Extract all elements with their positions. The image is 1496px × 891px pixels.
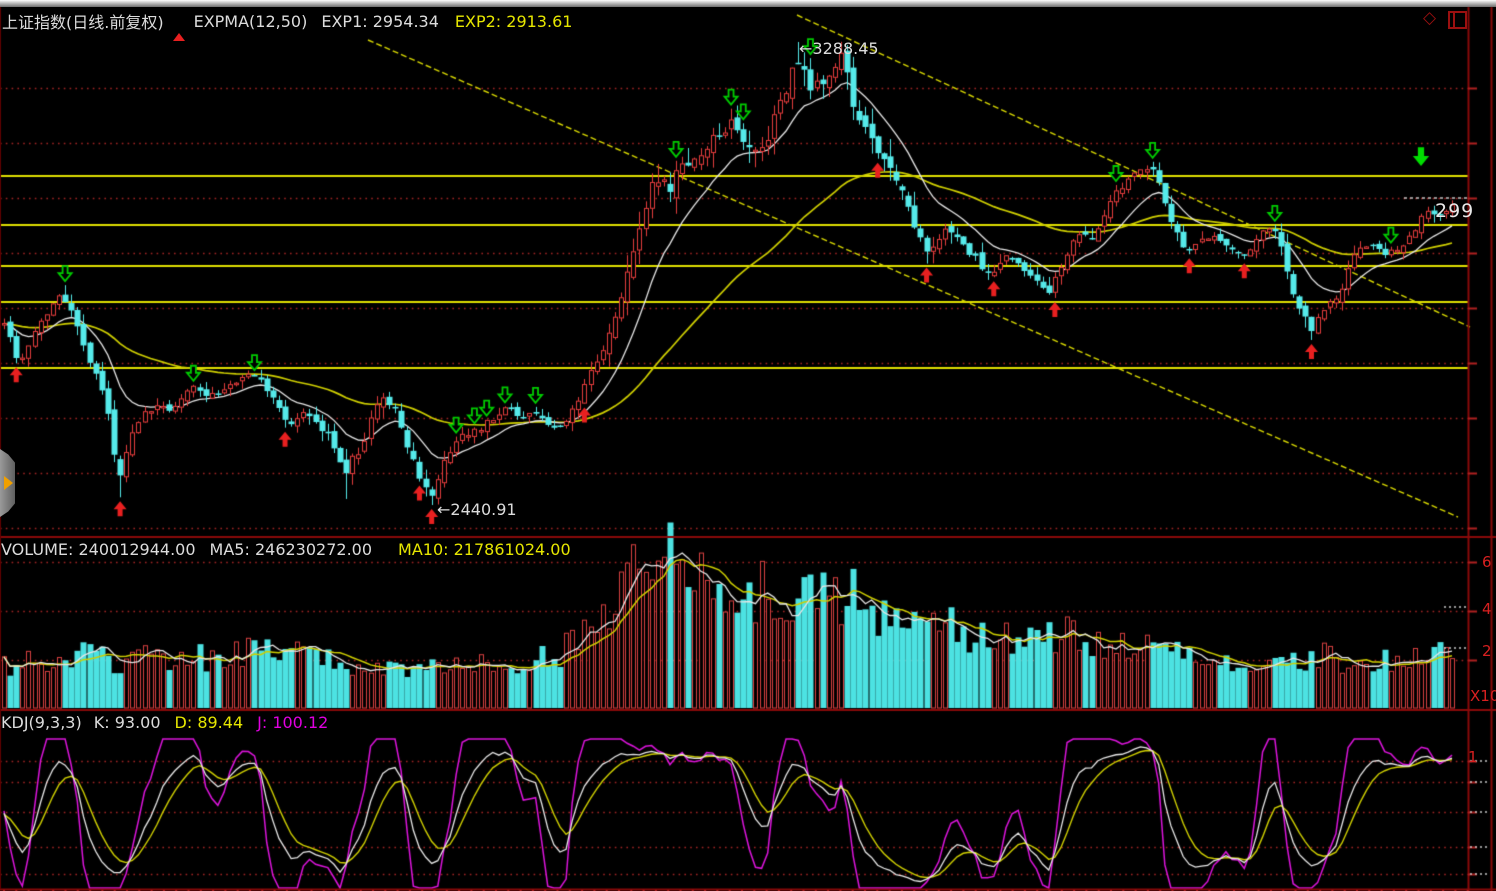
- volume-header: VOLUME: 240012944.00 MA5: 246230272.00 M…: [1, 540, 571, 559]
- up-arrow-icon: [173, 14, 186, 29]
- volume-axis-multiplier: X10: [1470, 687, 1496, 705]
- diamond-icon[interactable]: ◇: [1423, 8, 1436, 28]
- kdj-indicator-label: KDJ(9,3,3): [1, 713, 82, 732]
- window-top-strip: [0, 0, 1496, 7]
- trading-terminal: 上证指数(日线.前复权) EXPMA(12,50) EXP1: 2954.34 …: [0, 0, 1496, 891]
- volume-axis-tick-4: 4: [1482, 600, 1492, 618]
- volume-axis-tick-6: 6: [1482, 553, 1492, 571]
- trough-annotation: ←2440.91: [437, 500, 517, 519]
- symbol-label: 上证指数(日线.前复权): [2, 9, 164, 33]
- peak-annotation: ←3288.45: [799, 39, 879, 58]
- current-price-label: 299: [1435, 200, 1474, 222]
- volume-ma5-value: MA5: 246230272.00: [210, 540, 372, 559]
- kdj-axis-tick-100: 1: [1468, 748, 1478, 766]
- kdj-d-value: D: 89.44: [175, 713, 244, 732]
- exp1-value: EXP1: 2954.34: [321, 12, 439, 31]
- expand-arrow-icon: [4, 476, 13, 490]
- volume-ma10-value: MA10: 217861024.00: [398, 540, 571, 559]
- split-window-icon[interactable]: [1448, 11, 1467, 29]
- chart-canvas[interactable]: [0, 0, 1496, 891]
- kdj-k-value: K: 93.00: [94, 713, 161, 732]
- kdj-j-value: J: 100.12: [257, 713, 328, 732]
- main-chart-header: 上证指数(日线.前复权) EXPMA(12,50) EXP1: 2954.34 …: [2, 9, 572, 33]
- kdj-header: KDJ(9,3,3) K: 93.00 D: 89.44 J: 100.12: [1, 713, 328, 732]
- volume-axis-tick-2: 2: [1482, 642, 1492, 660]
- indicator-label: EXPMA(12,50): [194, 12, 308, 31]
- volume-value: VOLUME: 240012944.00: [1, 540, 196, 559]
- exp2-value: EXP2: 2913.61: [455, 12, 573, 31]
